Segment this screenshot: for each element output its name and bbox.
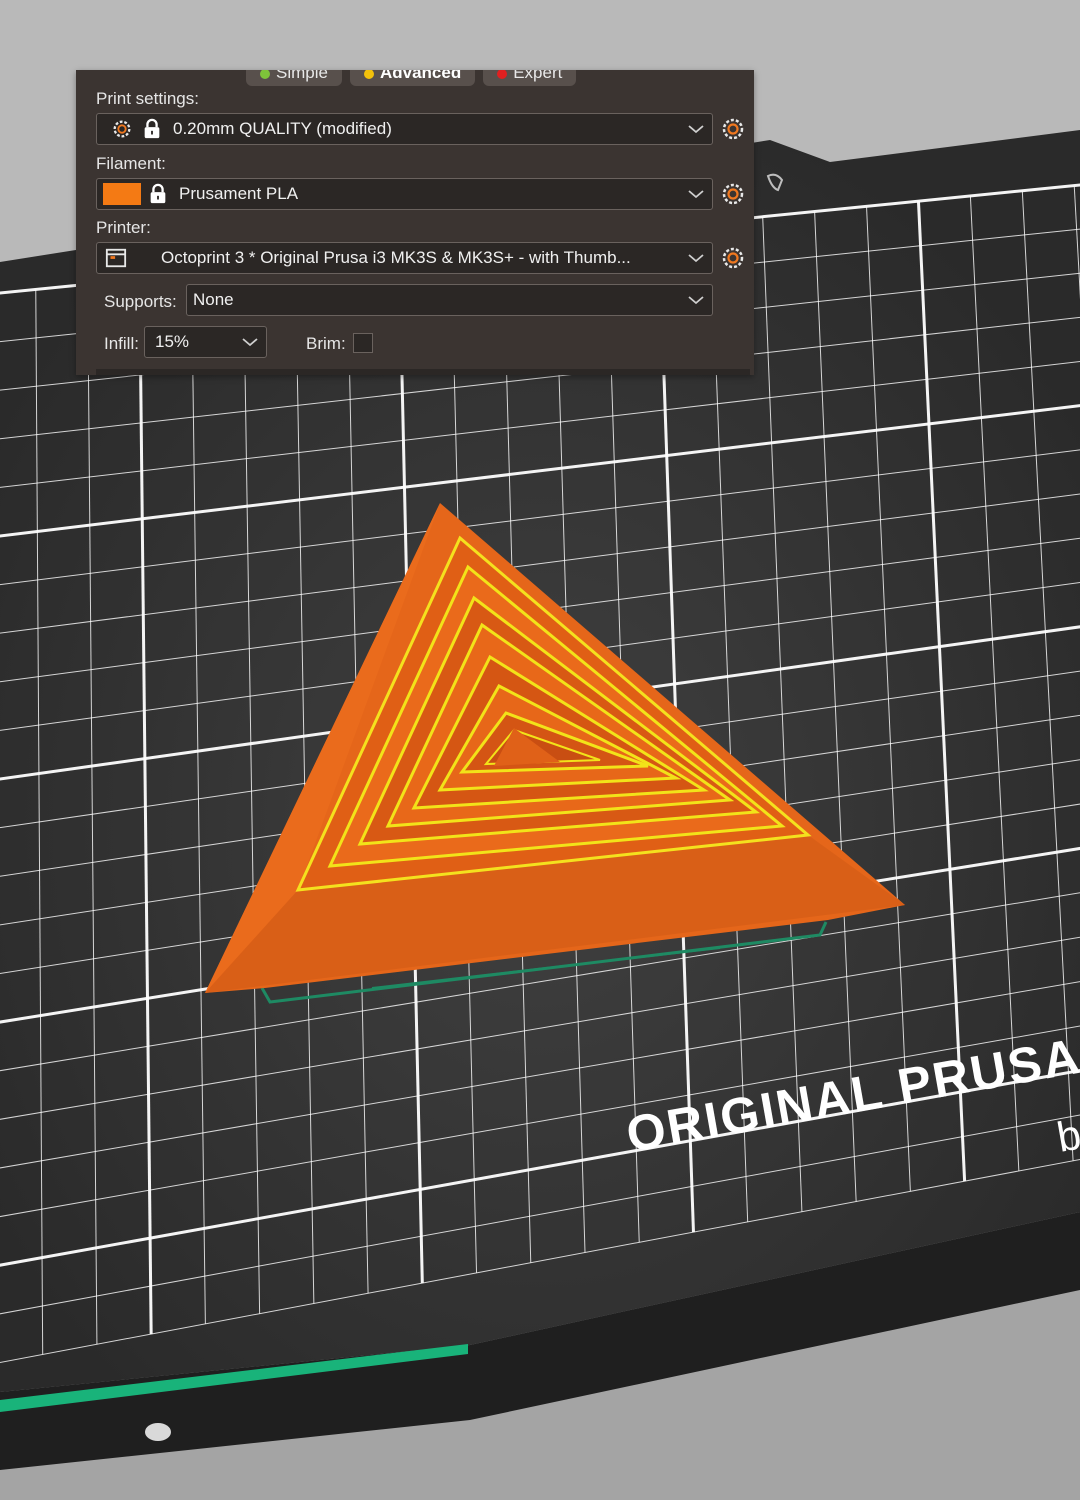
filament-value: Prusament PLA [179,184,299,203]
chevron-down-icon [242,338,258,347]
advanced-dot-icon [363,70,374,79]
filament-gear-icon[interactable] [721,182,745,206]
lock-icon [144,118,160,139]
supports-combo[interactable]: None [186,284,713,316]
print-settings-combo[interactable]: 0.20mm QUALITY (modified) [96,113,713,145]
tab-advanced-label: Advanced [379,70,462,82]
supports-label: Supports: [104,292,177,311]
tab-expert-label: Expert [513,70,563,82]
brim-label: Brim: [306,334,346,353]
chevron-down-icon [688,190,704,199]
tab-advanced[interactable]: Advanced [349,70,476,86]
printer-combo[interactable]: Octoprint 3 * Original Prusa i3 MK3S & M… [96,242,713,274]
simple-dot-icon [260,70,270,79]
brim-checkbox[interactable] [353,333,373,353]
tab-expert[interactable]: Expert [483,70,577,86]
printer-gear-icon[interactable] [721,246,745,270]
chevron-down-icon [688,254,704,263]
expert-dot-icon [497,70,508,79]
print-settings-label: Print settings: [96,89,199,108]
printer-label: Printer: [96,218,151,237]
panel-bottom-edge [96,369,750,375]
settings-panel: Simple Advanced Expert Print settings: 0… [76,70,754,375]
printer-value: Octoprint 3 * Original Prusa i3 MK3S & M… [161,248,631,267]
lock-icon [150,183,166,204]
tab-simple[interactable]: Simple [246,70,342,86]
infill-label: Infill: [104,334,139,353]
tab-simple-label: Simple [276,70,328,82]
chevron-down-icon [688,296,704,305]
infill-value: 15% [155,332,190,351]
filament-label: Filament: [96,154,166,173]
bed-hole [145,1423,171,1441]
mode-tabs: Simple Advanced Expert [246,70,577,86]
print-settings-value: 0.20mm QUALITY (modified) [173,119,392,138]
filament-color-swatch[interactable] [103,183,141,205]
filament-combo[interactable]: Prusament PLA [96,178,713,210]
print-settings-gear-icon[interactable] [721,117,745,141]
printer-icon [105,248,127,268]
supports-value: None [193,290,234,309]
infill-combo[interactable]: 15% [144,326,267,358]
chevron-down-icon [688,125,704,134]
gear-icon [113,120,131,138]
